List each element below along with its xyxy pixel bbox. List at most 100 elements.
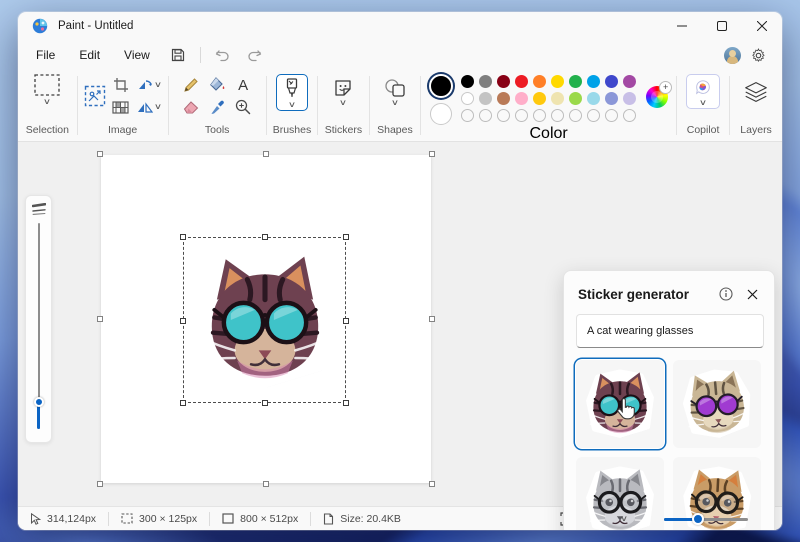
copilot-button[interactable]: ∨: [686, 74, 720, 109]
selection-handle[interactable]: [262, 234, 268, 240]
palette-swatch-empty[interactable]: [605, 109, 618, 122]
selection-handle[interactable]: [343, 400, 349, 406]
flip-icon: [137, 101, 153, 114]
selection-handle[interactable]: [343, 234, 349, 240]
palette-swatch[interactable]: [587, 92, 600, 105]
palette-swatch[interactable]: [569, 75, 582, 88]
palette-swatch[interactable]: [461, 75, 474, 88]
shapes-icon: [384, 78, 406, 98]
palette-swatch[interactable]: [605, 75, 618, 88]
palette-swatch[interactable]: [623, 92, 636, 105]
eraser-icon[interactable]: [183, 100, 199, 114]
palette-swatch-empty[interactable]: [569, 109, 582, 122]
palette-swatch[interactable]: [533, 92, 546, 105]
pencil-icon[interactable]: [183, 77, 199, 93]
palette-swatch-empty[interactable]: [461, 109, 474, 122]
selection-handle[interactable]: [180, 318, 186, 324]
palette-swatch-empty[interactable]: [533, 109, 546, 122]
canvas-resize-handle[interactable]: [97, 151, 103, 157]
palette-swatch[interactable]: [461, 92, 474, 105]
group-label: Copilot: [687, 124, 720, 139]
prompt-input[interactable]: [576, 314, 764, 348]
sticker-results: [564, 348, 774, 530]
menu-edit[interactable]: Edit: [67, 44, 112, 66]
info-icon: [719, 287, 733, 301]
thickness-slider[interactable]: [26, 223, 51, 435]
minimize-icon: [677, 21, 687, 31]
palette-swatch[interactable]: [623, 75, 636, 88]
canvas-resize-handle[interactable]: [263, 151, 269, 157]
stickers-button[interactable]: ∨: [325, 74, 361, 109]
selection-tool-button[interactable]: ∨: [34, 74, 60, 105]
canvas-resize-handle[interactable]: [429, 481, 435, 487]
palette-swatch[interactable]: [479, 75, 492, 88]
canvas-resize-handle[interactable]: [429, 316, 435, 322]
crop-icon[interactable]: [113, 77, 129, 93]
palette-swatch[interactable]: [587, 75, 600, 88]
chevron-down-icon: ∨: [620, 516, 628, 522]
palette-swatch-empty[interactable]: [479, 109, 492, 122]
brush-icon: [284, 78, 300, 100]
palette-swatch[interactable]: [515, 92, 528, 105]
selection-handle[interactable]: [180, 400, 186, 406]
canvas-resize-handle[interactable]: [97, 316, 103, 322]
selection-handle[interactable]: [262, 400, 268, 406]
slider-thumb[interactable]: [34, 397, 44, 407]
slider-thumb[interactable]: [692, 513, 704, 525]
canvas-resize-handle[interactable]: [429, 151, 435, 157]
save-button[interactable]: [164, 44, 192, 66]
fill-bucket-icon[interactable]: [209, 77, 226, 93]
flip-button[interactable]: ∨: [137, 101, 161, 114]
palette-swatch[interactable]: [515, 75, 528, 88]
menu-file[interactable]: File: [24, 44, 67, 66]
close-icon: [757, 21, 767, 31]
redo-button[interactable]: [241, 44, 269, 66]
selection-handle[interactable]: [343, 318, 349, 324]
resize-pixels-icon[interactable]: [112, 101, 129, 114]
selection-box[interactable]: [183, 237, 346, 403]
brushes-button[interactable]: ∨: [276, 74, 308, 111]
palette-swatch-empty[interactable]: [497, 109, 510, 122]
palette-swatch-empty[interactable]: [623, 109, 636, 122]
sticker-thumb-2[interactable]: [673, 360, 761, 448]
text-tool-icon[interactable]: A: [238, 77, 248, 94]
palette-swatch-empty[interactable]: [515, 109, 528, 122]
palette-swatch[interactable]: [497, 75, 510, 88]
maximize-button[interactable]: [702, 12, 742, 40]
undo-button[interactable]: [209, 44, 237, 66]
eyedropper-icon[interactable]: [210, 99, 225, 115]
ribbon-group-stickers: ∨ Stickers: [318, 70, 369, 141]
group-label: Color: [529, 125, 567, 143]
canvas-resize-handle[interactable]: [263, 481, 269, 487]
palette-swatch[interactable]: [551, 92, 564, 105]
canvas[interactable]: [101, 155, 431, 483]
minimize-button[interactable]: [662, 12, 702, 40]
color2-swatch[interactable]: [430, 103, 452, 125]
color1-swatch[interactable]: [429, 74, 453, 98]
account-avatar[interactable]: [724, 47, 741, 64]
resize-canvas-icon[interactable]: [84, 85, 106, 107]
palette-swatch[interactable]: [605, 92, 618, 105]
info-button[interactable]: [716, 284, 736, 304]
canvas-resize-handle[interactable]: [97, 481, 103, 487]
zoom-slider[interactable]: [664, 513, 748, 525]
layers-button[interactable]: [736, 74, 776, 106]
shapes-button[interactable]: ∨: [376, 74, 414, 109]
palette-swatch[interactable]: [533, 75, 546, 88]
palette-swatch[interactable]: [497, 92, 510, 105]
edit-colors-button[interactable]: [646, 86, 668, 108]
magnifier-icon[interactable]: [235, 99, 251, 115]
close-button[interactable]: [742, 12, 782, 40]
panel-close-button[interactable]: [742, 284, 762, 304]
selection-handle[interactable]: [180, 234, 186, 240]
settings-gear-icon[interactable]: [751, 48, 766, 63]
palette-swatch[interactable]: [569, 92, 582, 105]
palette-swatch-empty[interactable]: [551, 109, 564, 122]
palette-swatch-empty[interactable]: [587, 109, 600, 122]
rotate-button[interactable]: ∨: [137, 78, 161, 92]
palette-swatch[interactable]: [551, 75, 564, 88]
palette-swatch[interactable]: [479, 92, 492, 105]
paint-window: Paint - Untitled File Edit View: [18, 12, 782, 530]
sticker-thumb-1[interactable]: [576, 360, 664, 448]
menu-view[interactable]: View: [112, 44, 162, 66]
